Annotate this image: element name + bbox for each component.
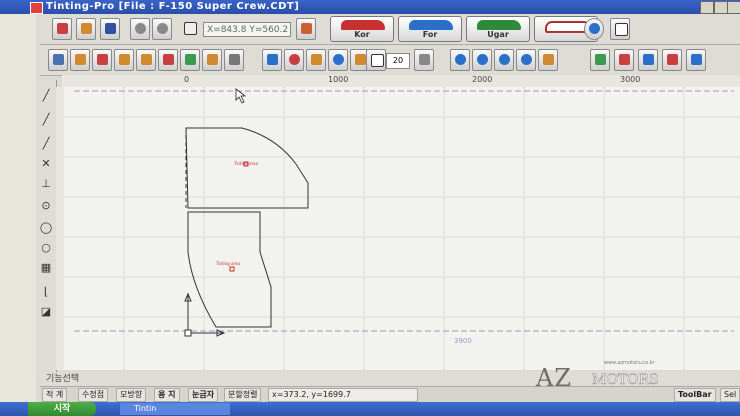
node-edit-icon[interactable] (284, 49, 304, 71)
perpendicular-tool-icon[interactable]: ⊥ (38, 176, 54, 192)
taskbar-app-item[interactable]: Tintin (120, 403, 230, 415)
ruler-tick-1000: 1000 (328, 75, 349, 84)
main-toolbar: X=843.8 Y=560.2 Kor For Ugar (40, 14, 740, 45)
grid-snap-icon[interactable] (414, 49, 434, 71)
window-title: Tinting-Pro [File : F-150 Super Crew.CDT… (46, 1, 300, 12)
status-cell-ruler[interactable]: 눈금자 (188, 388, 219, 402)
text-tool-icon[interactable] (366, 49, 386, 71)
ruler-tick-2000: 2000 (472, 75, 493, 84)
close-button[interactable] (727, 1, 740, 14)
mirror-icon[interactable] (136, 49, 156, 71)
zoom-in-icon[interactable] (450, 49, 470, 71)
canvas-grid (64, 87, 740, 370)
car-icon (477, 20, 521, 30)
car-button-for[interactable]: For (398, 16, 462, 42)
car-top-icon[interactable] (686, 49, 706, 71)
car-button-label: Kor (354, 30, 370, 39)
freehand-tool-icon[interactable]: ╱ (38, 136, 54, 152)
piece-label-front: Tinting area (234, 161, 258, 166)
status-cell-direction[interactable]: 모방향 (116, 388, 147, 402)
point-tool-icon[interactable]: ⊙ (38, 198, 54, 214)
car-button-label: For (422, 30, 438, 39)
delete-tool-icon[interactable]: ✕ (38, 156, 54, 172)
watermark-motors: MOTORS (592, 372, 659, 389)
status-cell-total[interactable]: 적 계 (42, 388, 68, 402)
car-icon (409, 20, 453, 30)
mode-label: 기능선택 (46, 374, 80, 384)
save-file-button[interactable] (100, 18, 120, 40)
title-bar: Tinting-Pro [File : F-150 Super Crew.CDT… (0, 0, 740, 14)
home-button[interactable] (296, 18, 316, 40)
taskbar: 시작 Tintin (0, 402, 740, 416)
rotate-icon[interactable] (114, 49, 134, 71)
back-button[interactable] (130, 18, 150, 40)
zoom-out-icon[interactable] (472, 49, 492, 71)
watermark-url: www.azmotors.co.kr (604, 360, 655, 366)
piece-center-marker (229, 266, 235, 272)
cube-icon[interactable] (70, 49, 90, 71)
select-area-icon[interactable] (202, 49, 222, 71)
add-node-icon[interactable] (306, 49, 326, 71)
dimension-label: 3900 (454, 337, 472, 345)
start-button[interactable]: 시작 (28, 402, 96, 416)
maximize-button[interactable] (714, 1, 728, 14)
app-icon[interactable] (30, 2, 43, 14)
watermark-logo: www.azmotors.co.kr AZ MOTORS (536, 360, 696, 394)
status-cell-edit-point[interactable]: 수정점 (78, 388, 109, 402)
zoom-all-icon[interactable] (538, 49, 558, 71)
exit-button[interactable] (610, 18, 630, 40)
image-icon[interactable] (180, 49, 200, 71)
ruler-tick-0: 0 (184, 75, 190, 84)
status-cell-paper[interactable]: 용 지 (154, 388, 180, 402)
piece-label-rear: Tinting area (216, 261, 240, 266)
table-tool-icon[interactable]: ▦ (38, 260, 54, 276)
status-cell-split[interactable]: 분할정렬 (224, 388, 262, 402)
coordinate-readout: X=843.8 Y=560.2 (203, 22, 291, 37)
font-size-stepper[interactable]: 20 (386, 53, 410, 69)
zoom-window-icon[interactable] (516, 49, 536, 71)
view-icon[interactable] (48, 49, 68, 71)
watermark-az: AZ (536, 364, 573, 392)
corner-tool-icon[interactable]: ⌊ (38, 284, 54, 300)
new-file-button[interactable] (52, 18, 72, 40)
car-button-label: Ugar (487, 30, 509, 39)
car-side-icon[interactable] (638, 49, 658, 71)
ruler-tick-3000: 3000 (620, 75, 641, 84)
desktop-edge (0, 14, 36, 402)
left-toolbox: ╱ ╱ ╱ ✕ ⊥ ⊙ ◯ ○ ▦ ⌊ ◪ (36, 80, 57, 380)
car-button-kor[interactable]: Kor (330, 16, 394, 42)
minimize-button[interactable] (700, 1, 714, 14)
pointer-icon[interactable] (262, 49, 282, 71)
car-rear-icon[interactable] (662, 49, 682, 71)
crop-icon[interactable] (224, 49, 244, 71)
canvas-drawing (64, 87, 740, 370)
drawing-canvas[interactable]: Tinting area Tinting area 3900 (64, 87, 740, 370)
copy-icon[interactable] (158, 49, 178, 71)
arc-tool-icon[interactable]: ◯ (38, 220, 54, 236)
cut-line-icon[interactable] (590, 49, 610, 71)
zoom-fit-icon[interactable] (494, 49, 514, 71)
move-icon[interactable] (92, 49, 112, 71)
open-file-button[interactable] (76, 18, 96, 40)
cursor-position: x=373.2, y=1699.7 (268, 388, 418, 402)
drawing-toolbar: 20 (40, 45, 740, 76)
grid-icon[interactable] (180, 18, 200, 40)
circle-tool-icon[interactable]: ○ (38, 240, 54, 256)
polyline-tool-icon[interactable]: ╱ (38, 112, 54, 128)
car-front-icon[interactable] (614, 49, 634, 71)
fill-tool-icon[interactable]: ◪ (38, 304, 54, 320)
forward-button[interactable] (152, 18, 172, 40)
car-icon (341, 20, 385, 30)
origin-handle[interactable] (184, 329, 192, 337)
curve-icon[interactable] (328, 49, 348, 71)
car-button-ugar[interactable]: Ugar (466, 16, 530, 42)
settings-button[interactable] (584, 18, 604, 40)
line-tool-icon[interactable]: ╱ (38, 88, 54, 104)
selection-cell[interactable]: Sel (720, 388, 740, 402)
